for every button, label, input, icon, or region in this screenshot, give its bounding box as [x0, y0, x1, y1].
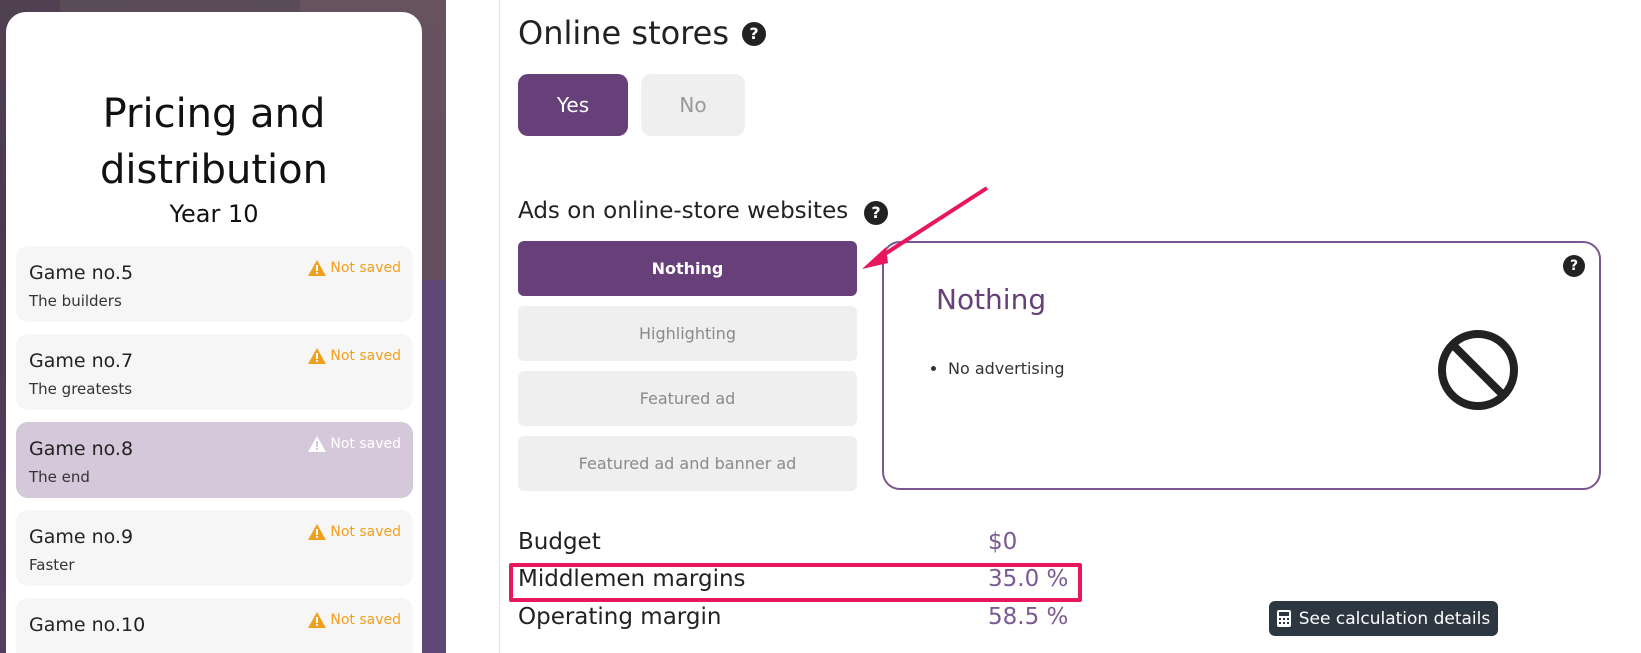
middlemen-margins-label: Middlemen margins	[518, 566, 746, 592]
operating-margin-label: Operating margin	[518, 604, 722, 630]
detail-bullet: No advertising	[948, 359, 1065, 378]
sidebar-panel: Pricing and distribution Year 10 Game no…	[6, 12, 422, 653]
calculator-icon	[1276, 610, 1291, 627]
game-name: Game no.7	[29, 350, 134, 372]
ads-heading: Ads on online-store websites	[518, 198, 849, 224]
status-text: Not saved	[330, 524, 401, 540]
ad-option-nothing[interactable]: Nothing	[518, 241, 857, 296]
budget-label: Budget	[518, 529, 601, 555]
game-name: Game no.8	[29, 438, 134, 460]
page-title: Pricing and distribution	[100, 91, 328, 193]
no-button[interactable]: No	[641, 74, 745, 136]
status-text: Not saved	[330, 260, 401, 276]
game-item-7[interactable]: Game no.7 The greatests Not saved	[16, 334, 413, 410]
operating-margin-value: 58.5 %	[988, 604, 1069, 630]
budget-value: $0	[988, 529, 1018, 555]
game-name: Game no.5	[29, 262, 134, 284]
help-icon[interactable]: ?	[742, 22, 766, 46]
annotation-arrow	[862, 186, 989, 269]
status-badge: Not saved	[308, 612, 401, 628]
ad-option-featured-and-banner[interactable]: Featured ad and banner ad	[518, 436, 857, 491]
middlemen-margins-value: 35.0 %	[988, 566, 1069, 592]
status-text: Not saved	[330, 436, 401, 452]
status-badge: Not saved	[308, 260, 401, 276]
ad-option-featured-ad[interactable]: Featured ad	[518, 371, 857, 426]
status-badge: Not saved	[308, 348, 401, 364]
game-item-8[interactable]: Game no.8 The end Not saved	[16, 422, 413, 498]
warning-icon	[308, 436, 327, 452]
game-name: Game no.10	[29, 614, 146, 636]
see-calculation-details-button[interactable]: See calculation details	[1269, 601, 1498, 636]
game-item-10[interactable]: Game no.10 Not saved	[16, 598, 413, 653]
game-item-5[interactable]: Game no.5 The builders Not saved	[16, 246, 413, 322]
status-badge: Not saved	[308, 436, 401, 452]
warning-icon	[308, 348, 327, 364]
online-stores-heading: Online stores	[518, 14, 729, 52]
warning-icon	[308, 612, 327, 628]
year-label: Year 10	[169, 200, 259, 228]
yes-button[interactable]: Yes	[518, 74, 628, 136]
game-description: The builders	[29, 292, 122, 310]
status-text: Not saved	[330, 348, 401, 364]
game-description: The end	[29, 468, 90, 486]
detail-list: No advertising	[948, 359, 1065, 378]
warning-icon	[308, 524, 327, 540]
help-icon[interactable]: ?	[1563, 255, 1585, 277]
game-description: Faster	[29, 556, 75, 574]
detail-title: Nothing	[936, 283, 1047, 316]
ad-detail-card: ? Nothing No advertising	[882, 241, 1601, 490]
game-description: The greatests	[29, 380, 133, 398]
warning-icon	[308, 260, 327, 276]
no-entry-icon	[1438, 330, 1518, 410]
game-item-9[interactable]: Game no.9 Faster Not saved	[16, 510, 413, 586]
vertical-divider	[499, 0, 500, 653]
status-badge: Not saved	[308, 524, 401, 540]
game-name: Game no.9	[29, 526, 134, 548]
ad-option-highlighting[interactable]: Highlighting	[518, 306, 857, 361]
calc-button-label: See calculation details	[1298, 608, 1491, 629]
status-text: Not saved	[330, 612, 401, 628]
